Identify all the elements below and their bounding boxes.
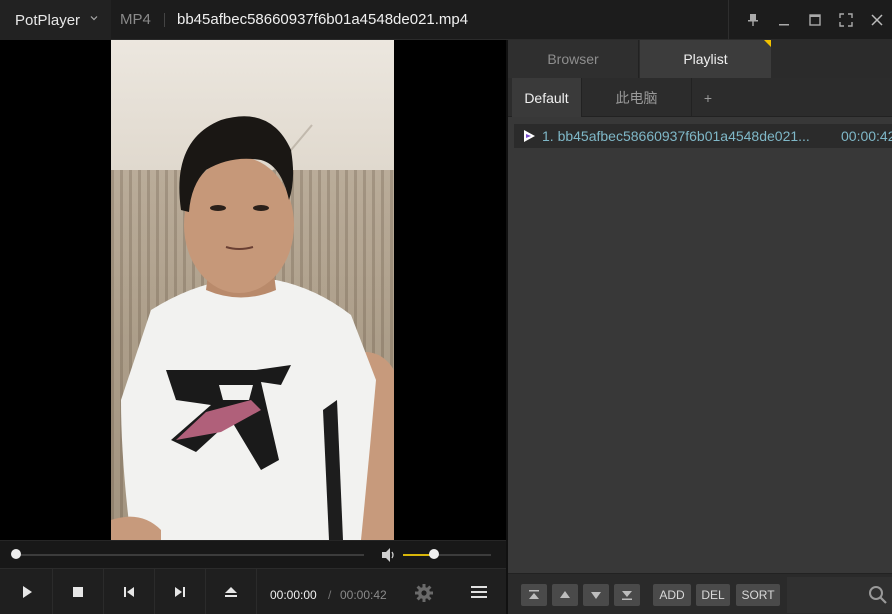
- title-divider: [164, 13, 165, 27]
- fullscreen-button[interactable]: [830, 0, 861, 40]
- next-button[interactable]: [155, 569, 206, 614]
- fullscreen-icon: [838, 13, 853, 27]
- subtab-this-pc[interactable]: 此电脑: [582, 78, 692, 117]
- seek-thumb[interactable]: [11, 549, 21, 559]
- file-name: bb45afbec58660937f6b01a4548de021.mp4: [177, 11, 469, 28]
- video-area[interactable]: [0, 40, 506, 540]
- panel-tabs: Browser Playlist: [508, 40, 892, 78]
- playlist-item-title: 1. bb45afbec58660937f6b01a4548de021...: [542, 128, 810, 144]
- total-time: 00:00:42: [340, 588, 387, 602]
- add-playlist-button[interactable]: +: [692, 78, 724, 117]
- volume-icon[interactable]: [380, 547, 398, 563]
- delete-button[interactable]: DEL: [696, 584, 730, 606]
- volume-slider[interactable]: [403, 554, 491, 556]
- tab-browser[interactable]: Browser: [508, 40, 639, 78]
- control-bar: 00:00:00 / 00:00:42: [0, 568, 506, 614]
- maximize-icon: [808, 14, 821, 26]
- tab-playlist[interactable]: Playlist: [640, 40, 771, 78]
- previous-icon: [124, 587, 134, 597]
- eject-icon: [225, 587, 237, 597]
- app-name: PotPlayer: [15, 11, 81, 29]
- volume-thumb[interactable]: [428, 549, 439, 559]
- title-bar: PotPlayer MP4 bb45afbec58660937f6b01a454…: [0, 0, 892, 40]
- playlist-item-duration: 00:00:42: [841, 128, 892, 144]
- now-playing-icon: [524, 130, 535, 142]
- previous-button[interactable]: [104, 569, 155, 614]
- video-person: [111, 116, 394, 540]
- app-menu-button[interactable]: PotPlayer: [0, 0, 111, 40]
- move-top-icon: [529, 590, 539, 599]
- playlist-search[interactable]: [787, 577, 892, 613]
- playlist-toolbar: ADD DEL SORT: [508, 573, 892, 614]
- stop-button[interactable]: [53, 569, 104, 614]
- time-separator: /: [328, 588, 332, 602]
- pin-icon: [747, 14, 758, 26]
- eject-button[interactable]: [206, 569, 257, 614]
- window-controls: [728, 0, 892, 40]
- minimize-button[interactable]: [768, 0, 799, 40]
- move-top-button[interactable]: [521, 584, 547, 606]
- tab-corner-marker: [764, 40, 771, 47]
- play-icon: [23, 586, 32, 598]
- move-bottom-button[interactable]: [614, 584, 640, 606]
- playlist-panel: Browser Playlist Default 此电脑 + 1. bb45af…: [506, 40, 892, 614]
- move-down-icon: [591, 592, 601, 599]
- subtab-default[interactable]: Default: [512, 78, 582, 117]
- current-time: 00:00:00: [270, 588, 317, 602]
- gear-icon[interactable]: [414, 583, 434, 603]
- tab-playlist-label: Playlist: [683, 51, 728, 67]
- play-button[interactable]: [2, 569, 53, 614]
- playlist-subtabs: Default 此电脑 +: [508, 78, 892, 117]
- move-bottom-icon: [622, 591, 632, 600]
- add-button[interactable]: ADD: [653, 584, 691, 606]
- next-icon: [175, 587, 185, 597]
- move-up-button[interactable]: [552, 584, 578, 606]
- stop-icon: [73, 587, 83, 597]
- chevron-down-icon: [90, 16, 98, 21]
- minimize-icon: [778, 24, 789, 26]
- menu-icon[interactable]: [469, 584, 489, 600]
- seek-bar-row: [0, 540, 506, 568]
- file-format-label: MP4: [120, 11, 151, 28]
- close-icon: [870, 14, 883, 26]
- move-up-icon: [560, 591, 570, 598]
- playlist-item[interactable]: 1. bb45afbec58660937f6b01a4548de021... 0…: [514, 124, 892, 148]
- search-icon[interactable]: [868, 585, 888, 605]
- maximize-button[interactable]: [799, 0, 830, 40]
- sort-button[interactable]: SORT: [736, 584, 780, 606]
- move-down-button[interactable]: [583, 584, 609, 606]
- video-frame: [111, 40, 394, 540]
- pin-button[interactable]: [737, 0, 768, 40]
- close-button[interactable]: [861, 0, 892, 40]
- seek-bar[interactable]: [14, 554, 364, 556]
